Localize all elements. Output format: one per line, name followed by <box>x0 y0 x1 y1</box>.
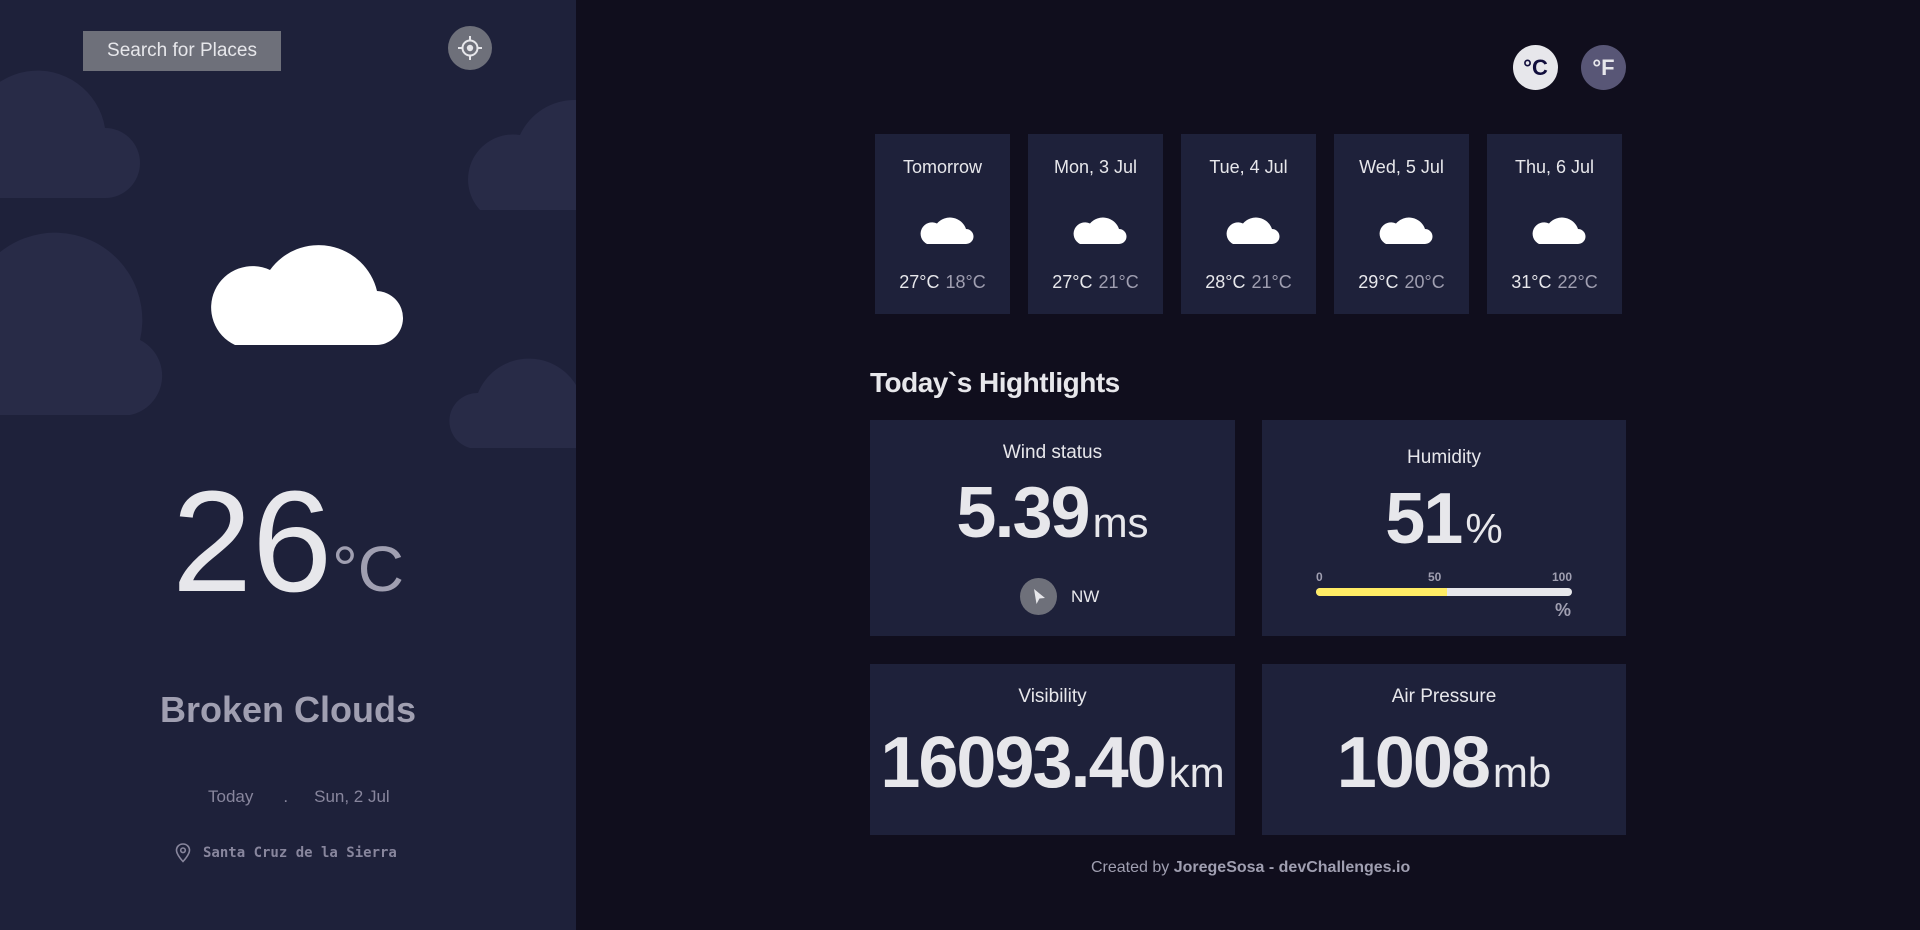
locate-me-button[interactable] <box>448 26 492 70</box>
visibility-unit: km <box>1168 749 1225 796</box>
air-pressure-value: 1008mb <box>1262 722 1626 804</box>
forecast-day: Tue, 4 Jul <box>1209 157 1288 177</box>
forecast-max: 27°C <box>1052 272 1093 292</box>
forecast-day: Wed, 5 Jul <box>1359 157 1444 177</box>
date-separator: . <box>283 787 289 806</box>
cloud-icon <box>920 217 974 244</box>
air-pressure-unit: mb <box>1492 749 1552 796</box>
humidity-progress-fill <box>1316 588 1447 596</box>
air-pressure-card: Air Pressure 1008mb <box>1262 664 1626 835</box>
humidity-scale-unit: % <box>1555 600 1572 620</box>
scale-min: 0 <box>1316 570 1323 584</box>
navigation-arrow-icon <box>1020 578 1057 615</box>
forecast-temps: 27°C 18°C <box>875 272 1010 293</box>
forecast-max: 27°C <box>899 272 940 292</box>
humidity-unit: % <box>1465 505 1503 552</box>
forecast-max: 28°C <box>1205 272 1246 292</box>
forecast-day: Mon, 3 Jul <box>1053 157 1138 177</box>
current-temperature: 26°C <box>0 470 576 614</box>
air-pressure-number: 1008 <box>1336 723 1491 803</box>
forecast-temps: 27°C 21°C <box>1028 272 1163 293</box>
forecast-min: 21°C <box>1251 272 1292 292</box>
forecast-min: 22°C <box>1557 272 1598 292</box>
search-places-button[interactable]: Search for Places <box>83 31 281 71</box>
location-name: Santa Cruz de la Sierra <box>203 845 397 861</box>
wind-speed: 5.39 <box>956 473 1090 553</box>
scale-mid: 50 <box>1428 570 1442 584</box>
cloud-icon <box>1073 217 1127 244</box>
forecast-min: 21°C <box>1098 272 1139 292</box>
forecast-max: 31°C <box>1511 272 1552 292</box>
forecast-card[interactable]: Thu, 6 Jul 31°C 22°C <box>1487 134 1622 314</box>
temperature-value: 26 <box>172 461 333 622</box>
wind-direction: NW <box>1020 578 1099 615</box>
forecast-card[interactable]: Tue, 4 Jul 28°C 21°C <box>1181 134 1316 314</box>
forecast-card[interactable]: Tomorrow 27°C 18°C <box>875 134 1010 314</box>
visibility-value: 16093.40km <box>870 722 1235 804</box>
wind-direction-label: NW <box>1071 586 1100 606</box>
humidity-number: 51 <box>1385 479 1463 559</box>
forecast-day: Tomorrow <box>902 157 982 177</box>
scale-max: 100 <box>1551 570 1572 584</box>
location: Santa Cruz de la Sierra <box>175 843 397 863</box>
cloud-icon <box>211 245 404 346</box>
day-label: Today <box>208 787 254 806</box>
visibility-card: Visibility 16093.40km <box>870 664 1235 835</box>
forecast-day: Thu, 6 Jul <box>1514 157 1595 177</box>
fahrenheit-toggle-button[interactable]: °F <box>1581 45 1626 90</box>
current-date: Sun, 2 Jul <box>314 787 390 806</box>
visibility-number: 16093.40 <box>880 723 1166 803</box>
wind-value: 5.39ms <box>870 472 1235 554</box>
date-line: Today. Sun, 2 Jul <box>208 787 390 807</box>
visibility-label: Visibility <box>1018 686 1087 707</box>
sidebar: Search for Places 26°C Broken Clouds Tod… <box>0 0 576 930</box>
forecast-temps: 29°C 20°C <box>1334 272 1469 293</box>
humidity-progress-bar <box>1316 588 1572 596</box>
humidity-card: Humidity 51% <box>1262 420 1626 636</box>
forecast-min: 20°C <box>1404 272 1445 292</box>
cloud-icon <box>1379 217 1433 244</box>
weather-condition: Broken Clouds <box>159 689 417 730</box>
wind-unit: ms <box>1092 499 1149 546</box>
humidity-label: Humidity <box>1407 447 1481 468</box>
forecast-max: 29°C <box>1358 272 1399 292</box>
footer: Created by JoregeSosa - devChallenges.io <box>1091 859 1410 877</box>
temperature-unit: °C <box>332 533 404 605</box>
map-pin-icon <box>175 843 191 863</box>
highlights-title: Today`s Hightlights <box>870 367 1120 398</box>
celsius-toggle-button[interactable]: °C <box>1513 45 1558 90</box>
crosshair-icon <box>458 36 482 60</box>
humidity-value: 51% <box>1262 478 1626 560</box>
footer-author-link[interactable]: JoregeSosa - devChallenges.io <box>1174 859 1411 876</box>
wind-label: Wind status <box>1002 442 1103 463</box>
forecast-temps: 31°C 22°C <box>1487 272 1622 293</box>
air-pressure-label: Air Pressure <box>1391 686 1497 707</box>
forecast-card[interactable]: Wed, 5 Jul 29°C 20°C <box>1334 134 1469 314</box>
forecast-card[interactable]: Mon, 3 Jul 27°C 21°C <box>1028 134 1163 314</box>
footer-prefix: Created by <box>1091 859 1174 876</box>
forecast-temps: 28°C 21°C <box>1181 272 1316 293</box>
forecast-min: 18°C <box>945 272 986 292</box>
cloud-icon <box>1532 217 1586 244</box>
cloud-icon <box>1226 217 1280 244</box>
